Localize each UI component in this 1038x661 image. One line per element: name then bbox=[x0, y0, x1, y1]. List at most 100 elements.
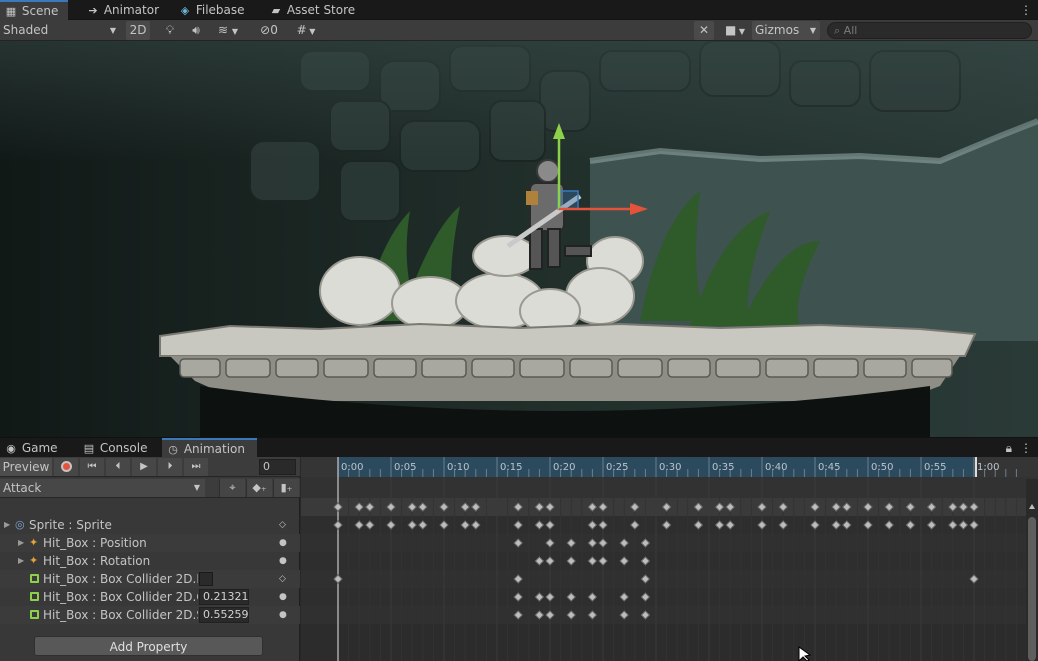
keyframe-dot-icon[interactable]: ● bbox=[279, 552, 287, 570]
tab-scene[interactable]: ▦ Scene bbox=[0, 0, 68, 20]
time-tick-label: 0:30 bbox=[659, 462, 681, 473]
camera-icon[interactable]: ■ ▼ bbox=[720, 21, 750, 40]
tools-icon[interactable]: ✕ bbox=[694, 21, 714, 40]
gizmos-dropdown[interactable]: Gizmos ▼ bbox=[752, 21, 820, 40]
time-tick-label: 0:05 bbox=[394, 462, 416, 473]
preview-label: Preview bbox=[2, 460, 50, 474]
tab-label: Scene bbox=[21, 4, 59, 18]
keyframe-dot-icon[interactable]: ● bbox=[279, 534, 287, 552]
keyframe-dot-icon[interactable]: ● bbox=[279, 606, 287, 624]
keyframe-row-bg bbox=[301, 570, 1038, 588]
box-collider-icon bbox=[30, 588, 39, 607]
effects-icon[interactable]: ≋ ▼ bbox=[210, 21, 246, 40]
hidden-count: 0 bbox=[270, 23, 278, 37]
box-collider-icon bbox=[30, 570, 39, 589]
tab-filebase[interactable]: ◈ Filebase bbox=[174, 0, 251, 20]
keyframe-diamond-icon[interactable]: ◇ bbox=[279, 570, 286, 588]
keyframe-row-bg bbox=[301, 606, 1038, 624]
foldout-arrow-icon[interactable]: ▶ bbox=[4, 516, 10, 534]
tab-label: Filebase bbox=[195, 3, 245, 17]
keyframe-dot-icon[interactable]: ● bbox=[279, 588, 287, 606]
property-name: Hit_Box : Rotation bbox=[43, 554, 151, 568]
search-placeholder: All bbox=[843, 24, 858, 37]
tab-animator[interactable]: ➔ Animator bbox=[82, 0, 165, 20]
chevron-down-icon: ▼ bbox=[809, 26, 816, 35]
time-tick-label: 0:10 bbox=[447, 462, 469, 473]
tab-animation[interactable]: ◷ Animation bbox=[162, 438, 257, 458]
timeline-canvas[interactable]: 0:00 0:05 0:10 0:15 0:20 0:25 0:30 0:35 0:40 0:45… bbox=[301, 457, 1038, 661]
play-button[interactable]: ▶ bbox=[132, 458, 156, 476]
add-event-icon: ▮₊ bbox=[280, 481, 293, 494]
lighting-icon[interactable]: 💡︎ bbox=[160, 21, 180, 40]
foldout-arrow-icon[interactable]: ▶ bbox=[18, 552, 24, 570]
property-row[interactable]: Hit_Box : Box Collider 2D.Of 0.21321 ● bbox=[0, 588, 300, 606]
tab-asset-store[interactable]: ▰ Asset Store bbox=[265, 0, 361, 20]
animation-property-panel: Preview ⏮ ⏴ ▶ ⏵ ⏭ 0 Attack ▼ ⌖ ◆₊ ▮₊ ▶ ◎… bbox=[0, 457, 300, 661]
enabled-checkbox[interactable] bbox=[199, 572, 213, 586]
keyframe-row-bg bbox=[301, 588, 1038, 606]
add-event-button[interactable]: ▮₊ bbox=[273, 479, 299, 497]
preview-button[interactable]: Preview bbox=[0, 458, 52, 476]
game-icon: ◉ bbox=[6, 442, 16, 455]
property-name: Hit_Box : Box Collider 2D.Si bbox=[43, 608, 198, 622]
property-row[interactable]: Hit_Box : Box Collider 2D.En ◇ bbox=[0, 570, 300, 588]
chevron-down-icon: ▼ bbox=[109, 26, 116, 35]
top-tab-bar: ▦ Scene ➔ Animator ◈ Filebase ▰ Asset St… bbox=[0, 0, 1038, 20]
filebase-icon: ◈ bbox=[180, 4, 190, 17]
lock-icon[interactable]: 🔒︎ bbox=[1006, 438, 1012, 458]
foldout-arrow-icon[interactable]: ▶ bbox=[18, 534, 24, 552]
first-key-button[interactable]: ⏮ bbox=[80, 458, 104, 476]
frame-input[interactable]: 0 bbox=[259, 459, 296, 475]
more-icon[interactable]: ⋮ bbox=[1020, 0, 1032, 20]
add-keyframe-button[interactable]: ◆₊ bbox=[246, 479, 272, 497]
add-property-button[interactable]: Add Property bbox=[34, 636, 263, 656]
last-key-button[interactable]: ⏭ bbox=[184, 458, 208, 476]
record-icon bbox=[60, 460, 72, 472]
time-tick-label: 0:35 bbox=[712, 462, 734, 473]
prev-key-button[interactable]: ⏴ bbox=[106, 458, 130, 476]
scrollbar-thumb[interactable] bbox=[1028, 517, 1036, 661]
property-row[interactable]: ▶ ✦ Hit_Box : Rotation ● bbox=[0, 552, 300, 570]
scene-icon: ▦ bbox=[5, 5, 17, 18]
scene-canvas bbox=[0, 41, 1038, 437]
tab-label: Animation bbox=[183, 442, 246, 456]
time-tick-label: 0:15 bbox=[500, 462, 522, 473]
property-row[interactable]: ▶ ✦ Hit_Box : Position ● bbox=[0, 534, 300, 552]
record-button[interactable] bbox=[54, 458, 78, 476]
scene-view[interactable] bbox=[0, 41, 1038, 437]
tab-label: Game bbox=[21, 441, 58, 455]
audio-icon[interactable]: 🔊︎ bbox=[186, 21, 206, 40]
search-input[interactable]: ⌕ All bbox=[827, 22, 1032, 39]
time-tick-label: 0:20 bbox=[553, 462, 575, 473]
more-icon[interactable]: ⋮ bbox=[1020, 438, 1032, 458]
filter-keyframes-button[interactable]: ⌖ bbox=[219, 479, 245, 497]
dopesheet-timeline[interactable]: 0:00 0:05 0:10 0:15 0:20 0:25 0:30 0:35 0:40 0:45… bbox=[301, 457, 1038, 661]
skip-start-icon: ⏮ bbox=[87, 461, 97, 472]
gizmos-label: Gizmos bbox=[755, 23, 800, 37]
time-tick-label: 0:55 bbox=[924, 462, 946, 473]
time-tick-label: 0:00 bbox=[341, 462, 363, 473]
tab-label: Animator bbox=[103, 3, 159, 17]
time-tick-label: 0:50 bbox=[871, 462, 893, 473]
skip-end-icon: ⏭ bbox=[191, 461, 201, 472]
shading-mode-label: Shaded bbox=[3, 23, 49, 37]
property-name: Hit_Box : Box Collider 2D.En bbox=[43, 572, 198, 586]
property-row[interactable]: Hit_Box : Box Collider 2D.Si 0.55259 ● bbox=[0, 606, 300, 624]
console-icon: ▤ bbox=[83, 442, 95, 455]
grid-icon[interactable]: # ▼ bbox=[288, 21, 324, 40]
clip-dropdown[interactable]: Attack ▼ bbox=[0, 479, 205, 497]
toggle-2d-button[interactable]: 2D bbox=[126, 21, 150, 40]
time-tick-label: 0:25 bbox=[606, 462, 628, 473]
offset-value-field[interactable]: 0.21321 bbox=[199, 589, 249, 605]
shading-mode-dropdown[interactable]: Shaded ▼ bbox=[0, 21, 120, 40]
crosshair-icon: ⌖ bbox=[229, 481, 236, 494]
property-row[interactable]: ▶ ◎ Sprite : Sprite ◇ bbox=[0, 516, 300, 534]
tab-console[interactable]: ▤ Console bbox=[78, 438, 153, 458]
next-key-button[interactable]: ⏵ bbox=[158, 458, 182, 476]
tab-game[interactable]: ◉ Game bbox=[0, 438, 64, 458]
keyframe-diamond-icon[interactable]: ◇ bbox=[279, 516, 286, 534]
hidden-objects-toggle[interactable]: ⊘0 bbox=[254, 21, 284, 40]
playback-controls: Preview ⏮ ⏴ ▶ ⏵ ⏭ 0 bbox=[0, 457, 300, 477]
size-value-field[interactable]: 0.55259 bbox=[199, 607, 249, 623]
keyframe-row-bg bbox=[301, 552, 1038, 570]
